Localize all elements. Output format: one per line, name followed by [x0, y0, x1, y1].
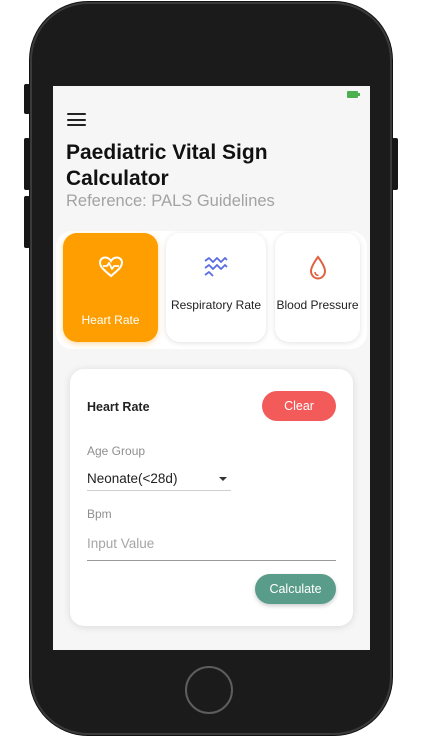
bpm-input[interactable]	[87, 527, 336, 561]
card-title: Heart Rate	[87, 400, 150, 414]
mute-switch	[24, 84, 30, 114]
age-group-label: Age Group	[87, 444, 146, 458]
tab-heart-rate[interactable]: Heart Rate	[63, 233, 158, 342]
tile-label-heart-rate: Heart Rate	[81, 313, 140, 327]
battery-icon	[347, 91, 360, 98]
tile-label-respiratory-rate: Respiratory Rate	[170, 298, 262, 312]
tab-respiratory-rate[interactable]: Respiratory Rate	[166, 233, 266, 342]
heart-pulse-icon	[98, 256, 123, 278]
tile-label-blood-pressure: Blood Pressure	[276, 298, 359, 312]
dropdown-caret-icon	[219, 477, 227, 481]
home-button[interactable]	[185, 666, 233, 714]
volume-down-button	[24, 196, 30, 248]
power-button	[392, 138, 398, 190]
clear-button[interactable]: Clear	[262, 391, 336, 421]
app-screen: Paediatric Vital Sign Calculator Referen…	[53, 86, 370, 650]
bpm-label: Bpm	[87, 507, 112, 521]
blood-drop-icon	[309, 255, 326, 280]
page-subtitle: Reference: PALS Guidelines	[66, 192, 275, 210]
hamburger-menu-icon[interactable]	[67, 113, 86, 126]
page-title: Paediatric Vital Sign Calculator	[66, 141, 268, 190]
calculator-card: Heart Rate Clear Age Group Neonate(<28d)…	[70, 369, 353, 626]
calculate-button[interactable]: Calculate	[255, 574, 336, 604]
volume-up-button	[24, 138, 30, 190]
age-group-value: Neonate(<28d)	[87, 471, 178, 486]
age-group-select[interactable]: Neonate(<28d)	[87, 466, 231, 491]
tab-blood-pressure[interactable]: Blood Pressure	[275, 233, 360, 342]
respiratory-wave-icon	[204, 257, 228, 277]
